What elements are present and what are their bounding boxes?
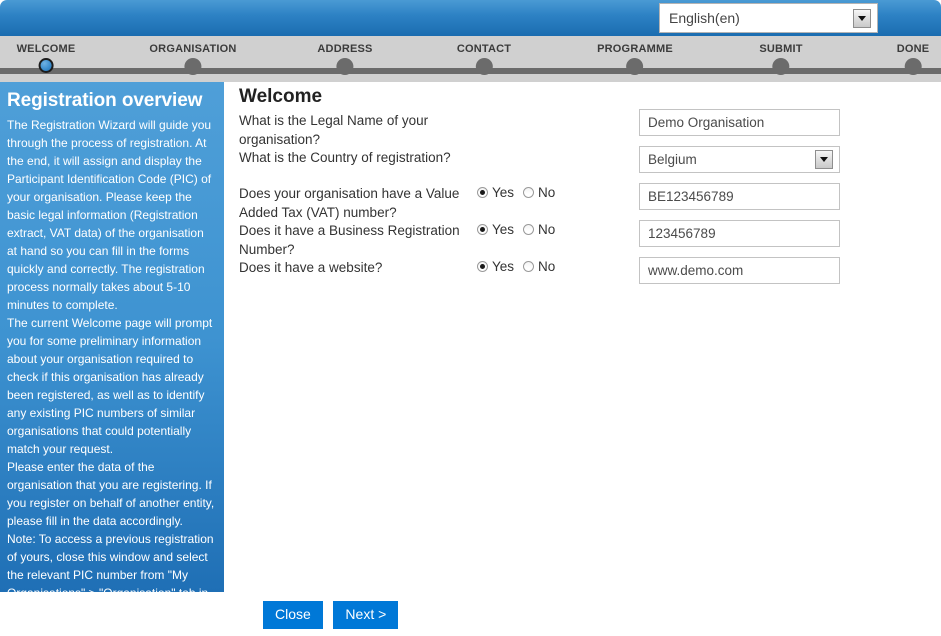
step-welcome[interactable]: WELCOME [17,36,76,73]
step-dot-icon [904,58,922,75]
website-input[interactable]: www.demo.com [639,257,840,284]
registration-overview-sidebar: Registration overview The Registration W… [0,82,224,592]
step-label: ADDRESS [317,43,373,55]
step-address[interactable]: ADDRESS [317,36,372,75]
radio-label: Yes [492,259,515,274]
business-registration-number-value: 123456789 [648,226,716,241]
chevron-down-icon[interactable] [853,8,871,28]
language-select[interactable]: English(en) [659,3,878,33]
country-value: Belgium [648,152,697,167]
question-country: What is the Country of registration? [239,150,451,165]
radio-website-yes[interactable]: Yes [477,259,514,274]
step-organisation[interactable]: ORGANISATION [149,36,236,75]
sidebar-title: Registration overview [7,90,203,111]
radio-vat-no[interactable]: No [523,185,555,200]
radio-group-business-registration: Yes No [477,222,555,237]
radio-button-icon[interactable] [477,261,488,272]
question-legal-name: What is the Legal Name of your organisat… [239,113,429,147]
sidebar-paragraph-1: The Registration Wizard will guide you t… [7,118,212,312]
radio-website-no[interactable]: No [523,259,555,274]
language-select-value: English(en) [669,10,740,26]
radio-button-icon[interactable] [523,261,535,272]
radio-group-website: Yes No [477,259,555,274]
step-dot-icon [475,58,493,75]
main-content: Welcome What is the Legal Name of your o… [224,82,941,636]
vat-number-value: BE123456789 [648,189,734,204]
radio-button-icon[interactable] [523,187,535,198]
step-label: SUBMIT [759,43,803,55]
chevron-down-icon[interactable] [815,150,833,169]
radio-label: Yes [492,185,515,200]
radio-business-registration-no[interactable]: No [523,222,555,237]
step-dot-icon [626,58,644,75]
sidebar-paragraph-2: The current Welcome page will prompt you… [7,316,213,456]
sidebar-paragraph-3: Please enter the data of the organisatio… [7,460,215,528]
question-business-registration: Does it have a Business Registration Num… [239,223,460,257]
question-vat: Does your organisation have a Value Adde… [239,186,460,220]
business-registration-number-input[interactable]: 123456789 [639,220,840,247]
step-label: WELCOME [16,43,76,55]
step-dot-icon [336,58,354,75]
step-label: PROGRAMME [597,43,673,55]
wizard-stepper: WELCOME ORGANISATION ADDRESS CONTACT PRO… [0,36,941,82]
country-select[interactable]: Belgium [639,146,840,173]
footer-button-row: Close Next > [263,601,399,629]
radio-label: No [538,185,556,200]
legal-name-input[interactable]: Demo Organisation [639,109,840,136]
page-title: Welcome [239,86,323,107]
radio-group-vat: Yes No [477,185,555,200]
sidebar-paragraph-4: Note: To access a previous registration … [7,532,214,592]
step-label: ORGANISATION [149,43,237,55]
legal-name-value: Demo Organisation [648,115,765,130]
radio-business-registration-yes[interactable]: Yes [477,222,514,237]
next-button[interactable]: Next > [333,601,399,629]
radio-button-icon[interactable] [477,224,488,235]
radio-button-icon[interactable] [477,187,488,198]
step-programme[interactable]: PROGRAMME [597,36,673,75]
radio-label: Yes [492,222,515,237]
close-button[interactable]: Close [263,601,323,629]
radio-button-icon[interactable] [523,224,535,235]
vat-number-input[interactable]: BE123456789 [639,183,840,210]
step-contact[interactable]: CONTACT [457,36,511,75]
radio-label: No [538,222,556,237]
radio-label: No [538,259,556,274]
step-dot-icon [184,58,202,75]
question-website: Does it have a website? [239,260,383,275]
top-header-bar: English(en) [0,0,941,36]
step-label: DONE [896,43,930,55]
step-done[interactable]: DONE [897,36,930,75]
website-value: www.demo.com [648,263,744,278]
step-submit[interactable]: SUBMIT [759,36,802,75]
step-label: CONTACT [456,43,512,55]
step-dot-icon [772,58,790,75]
radio-vat-yes[interactable]: Yes [477,185,514,200]
step-dot-icon [38,58,54,73]
